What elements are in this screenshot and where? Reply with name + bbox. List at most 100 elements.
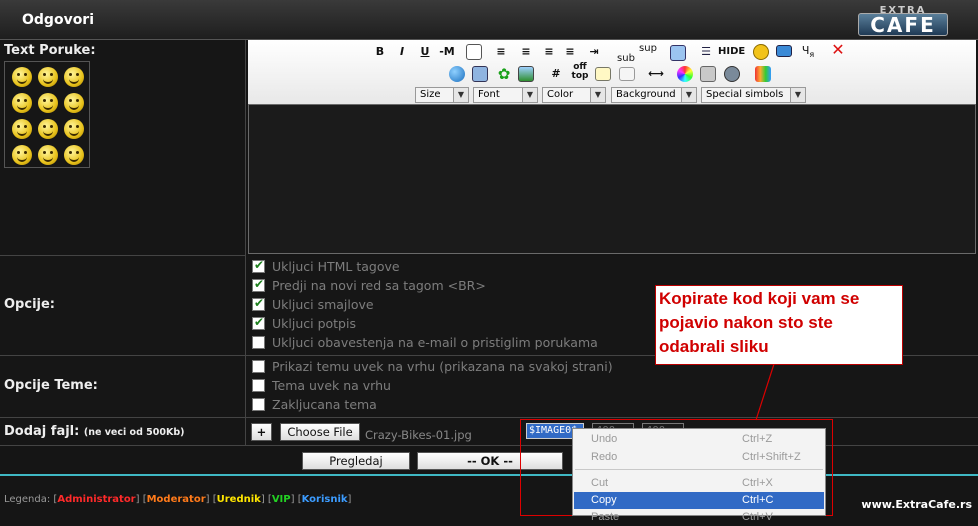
file-label: Dodaj fajl: (ne veci od 500Kb) <box>4 424 185 439</box>
smiley-icon[interactable] <box>12 67 32 87</box>
menu-item-shortcut: Ctrl+Shift+Z <box>742 451 801 463</box>
emoticon-icon[interactable] <box>753 44 769 60</box>
menu-item-label: Copy <box>591 494 617 506</box>
smiley-panel <box>4 61 90 168</box>
smiley-icon[interactable] <box>12 145 32 165</box>
callout-pointer-line <box>755 364 775 421</box>
code-icon[interactable]: # <box>549 65 563 83</box>
add-file-button[interactable]: + <box>251 423 272 441</box>
superscript-icon[interactable]: sup <box>638 40 658 58</box>
smiley-icon[interactable] <box>12 119 32 139</box>
file-label-text: Dodaj fajl: <box>4 424 80 439</box>
smiley-icon[interactable] <box>38 145 58 165</box>
align-right-icon[interactable]: ≡ <box>541 43 557 61</box>
checkbox[interactable] <box>252 315 265 330</box>
checkbox[interactable] <box>252 379 265 392</box>
color-select-label: Color <box>547 89 574 100</box>
rainbow-text-icon[interactable] <box>755 66 771 82</box>
choose-file-button[interactable]: Choose File <box>280 423 360 441</box>
checkbox[interactable] <box>252 258 265 273</box>
context-menu: Undo Ctrl+Z Redo Ctrl+Shift+Z Cut Ctrl+X Co… <box>572 428 826 523</box>
close-icon[interactable]: ✕ <box>830 41 846 59</box>
option-label: Ukljuci potpis <box>272 316 356 331</box>
picture-icon[interactable] <box>518 66 534 82</box>
menu-item-redo[interactable]: Redo Ctrl+Shift+Z <box>574 449 824 466</box>
site-url[interactable]: www.ExtraCafe.rs <box>861 498 972 511</box>
smiley-icon[interactable] <box>38 119 58 139</box>
underline-icon[interactable]: U <box>418 43 432 61</box>
instruction-callout: Kopirate kod koji vam se pojavio nakon s… <box>655 285 903 365</box>
legend-role-vip: VIP <box>271 494 291 505</box>
pointer-line <box>755 364 775 421</box>
size-select[interactable]: Size ▼ <box>415 87 469 103</box>
file-name: Crazy-Bikes-01.jpg <box>365 428 472 442</box>
font-select[interactable]: Font ▼ <box>473 87 538 103</box>
horizontal-rule-icon[interactable]: ⟷ <box>645 65 667 83</box>
menu-item-label: Paste <box>591 511 620 523</box>
disk-icon[interactable] <box>724 66 740 82</box>
smiley-icon[interactable] <box>38 93 58 113</box>
color-wheel-icon[interactable] <box>677 66 693 82</box>
menu-item-paste[interactable]: Paste Ctrl+V <box>574 509 824 526</box>
align-left-icon[interactable]: ≡ <box>493 43 509 61</box>
checkbox[interactable] <box>252 360 265 373</box>
smiley-icon[interactable] <box>64 93 84 113</box>
offtopic-icon[interactable]: off top <box>568 63 592 81</box>
globe-link-icon[interactable] <box>449 66 465 82</box>
legend-role-moderator: Moderator <box>146 494 206 505</box>
menu-item-undo[interactable]: Undo Ctrl+Z <box>574 431 824 448</box>
image-swap-icon[interactable] <box>472 66 488 82</box>
background-select-label: Background <box>616 89 676 100</box>
list-icon[interactable]: ☰ <box>698 43 714 61</box>
bold-icon[interactable]: B <box>373 43 387 61</box>
text-color-icon[interactable] <box>466 44 482 60</box>
special-symbols-select[interactable]: Special simbols ▼ <box>701 87 806 103</box>
hide-icon[interactable]: HIDE <box>718 43 745 61</box>
topic-options-label-cell: Opcije Teme: <box>0 356 246 418</box>
page-header: Odgovori EXTRA CAFE <box>0 0 978 40</box>
indent-icon[interactable]: ⇥ <box>586 43 602 61</box>
site-logo[interactable]: EXTRA CAFE <box>858 5 948 36</box>
smiley-icon[interactable] <box>12 93 32 113</box>
smiley-icon[interactable] <box>64 67 84 87</box>
quote-icon[interactable] <box>595 67 611 81</box>
color-select[interactable]: Color ▼ <box>542 87 606 103</box>
chevron-down-icon: ▼ <box>790 88 805 102</box>
menu-item-shortcut: Ctrl+C <box>742 494 774 506</box>
preview-button[interactable]: Pregledaj <box>302 452 410 470</box>
background-select[interactable]: Background ▼ <box>611 87 697 103</box>
checkbox[interactable] <box>252 336 265 349</box>
document-icon[interactable] <box>619 67 635 81</box>
media-icon[interactable] <box>700 66 716 82</box>
transliterate-icon[interactable]: Чя <box>798 42 818 60</box>
table-icon[interactable] <box>670 45 686 61</box>
keyboard-icon[interactable] <box>776 45 792 57</box>
flower-icon[interactable]: ✿ <box>496 65 512 83</box>
subscript-icon[interactable]: sub <box>616 50 636 68</box>
checkbox[interactable] <box>252 277 265 292</box>
justify-icon[interactable]: ≡ <box>562 43 578 61</box>
message-textarea[interactable] <box>248 104 976 254</box>
align-center-icon[interactable]: ≡ <box>518 43 534 61</box>
menu-item-label: Cut <box>591 477 609 489</box>
legend-role-korisnik: Korisnik <box>301 494 348 505</box>
italic-icon[interactable]: I <box>395 43 409 61</box>
menu-item-shortcut: Ctrl+X <box>742 477 773 489</box>
chevron-down-icon: ▼ <box>522 88 537 102</box>
file-size-note: (ne veci od 500Kb) <box>83 427 185 438</box>
checkbox[interactable] <box>252 398 265 411</box>
special-symbols-select-label: Special simbols <box>706 89 784 100</box>
menu-item-cut[interactable]: Cut Ctrl+X <box>574 475 824 492</box>
smiley-icon[interactable] <box>38 67 58 87</box>
menu-separator <box>575 469 823 470</box>
smiley-icon[interactable] <box>64 145 84 165</box>
strikethrough-icon[interactable]: -M <box>438 43 456 61</box>
smiley-icon[interactable] <box>64 119 84 139</box>
message-label: Text Poruke: <box>4 43 96 58</box>
option-label: Predji na novi red sa tagom <BR> <box>272 278 486 293</box>
checkbox[interactable] <box>252 296 265 311</box>
options-label: Opcije: <box>4 297 55 312</box>
menu-item-shortcut: Ctrl+Z <box>742 433 773 445</box>
menu-item-label: Undo <box>591 433 618 445</box>
menu-item-copy[interactable]: Copy Ctrl+C <box>574 492 824 509</box>
